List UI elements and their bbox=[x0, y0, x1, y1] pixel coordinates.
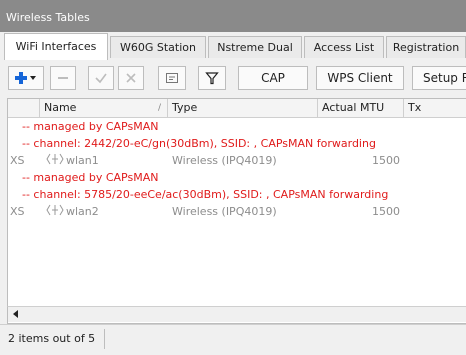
interface-icon bbox=[46, 204, 64, 220]
table-row[interactable]: XS wlan1 Wireless (IPQ4019) 1500 bbox=[8, 153, 466, 169]
add-button[interactable] bbox=[8, 66, 44, 90]
tab-strip: WiFi Interfaces W60G Station Nstreme Dua… bbox=[0, 32, 466, 61]
interface-type: Wireless (IPQ4019) bbox=[172, 205, 277, 218]
disable-button[interactable] bbox=[118, 66, 144, 90]
funnel-icon bbox=[205, 72, 219, 85]
toolbar: CAP WPS Client Setup R bbox=[0, 60, 466, 96]
check-icon bbox=[95, 73, 107, 84]
header-actual-mtu[interactable]: Actual MTU bbox=[318, 99, 404, 117]
tab-w60g-station[interactable]: W60G Station bbox=[110, 36, 206, 58]
row-flags: XS bbox=[10, 205, 25, 218]
wps-client-button[interactable]: WPS Client bbox=[316, 66, 404, 90]
tab-nstreme-dual[interactable]: Nstreme Dual bbox=[208, 36, 302, 58]
interface-icon bbox=[46, 153, 64, 169]
item-count: 2 items out of 5 bbox=[8, 332, 96, 345]
scroll-left-icon[interactable] bbox=[10, 307, 22, 321]
window-titlebar[interactable]: Wireless Tables bbox=[0, 0, 466, 32]
table-row-comment[interactable]: -- managed by CAPsMAN bbox=[8, 119, 466, 135]
interface-name: wlan1 bbox=[66, 154, 99, 167]
status-divider bbox=[104, 329, 105, 349]
interface-type: Wireless (IPQ4019) bbox=[172, 154, 277, 167]
interfaces-table: Name / Type Actual MTU Tx -- managed by … bbox=[7, 98, 466, 324]
interface-name: wlan2 bbox=[66, 205, 99, 218]
window-title: Wireless Tables bbox=[6, 11, 90, 24]
row-flags: XS bbox=[10, 154, 25, 167]
x-icon bbox=[126, 73, 136, 83]
interface-mtu: 1500 bbox=[372, 154, 400, 167]
header-tx[interactable]: Tx bbox=[404, 99, 466, 117]
enable-button[interactable] bbox=[88, 66, 114, 90]
horizontal-scrollbar[interactable] bbox=[7, 306, 466, 322]
tab-registration[interactable]: Registration bbox=[386, 36, 466, 58]
setup-repeater-button[interactable]: Setup R bbox=[412, 66, 466, 90]
remove-button[interactable] bbox=[50, 66, 76, 90]
interface-mtu: 1500 bbox=[372, 205, 400, 218]
cap-button[interactable]: CAP bbox=[238, 66, 308, 90]
header-flags bbox=[8, 99, 40, 117]
filter-button[interactable] bbox=[198, 66, 226, 90]
plus-icon bbox=[15, 72, 36, 84]
note-icon bbox=[166, 73, 178, 83]
table-row-comment[interactable]: -- managed by CAPsMAN bbox=[8, 170, 466, 186]
table-row[interactable]: XS wlan2 Wireless (IPQ4019) 1500 bbox=[8, 204, 466, 220]
header-type[interactable]: Type bbox=[168, 99, 318, 117]
tab-wifi-interfaces[interactable]: WiFi Interfaces bbox=[4, 33, 108, 60]
sort-indicator-icon: / bbox=[157, 103, 161, 113]
status-bar: 2 items out of 5 bbox=[0, 324, 466, 355]
comment-button[interactable] bbox=[158, 66, 186, 90]
tab-access-list[interactable]: Access List bbox=[304, 36, 384, 58]
header-name[interactable]: Name / bbox=[40, 99, 168, 117]
minus-icon bbox=[58, 77, 68, 79]
table-row-comment[interactable]: -- channel: 5785/20-eeCe/ac(30dBm), SSID… bbox=[8, 187, 466, 203]
table-header: Name / Type Actual MTU Tx bbox=[8, 99, 466, 118]
table-row-comment[interactable]: -- channel: 2442/20-eC/gn(30dBm), SSID: … bbox=[8, 136, 466, 152]
